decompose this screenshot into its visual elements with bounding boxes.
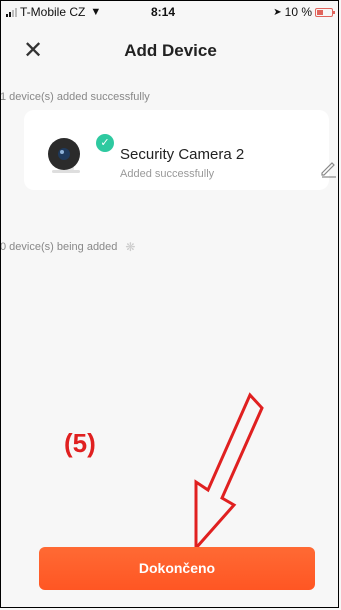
added-section-label: 1 device(s) added successfully [0,91,150,103]
device-status: Added successfully [120,168,215,180]
status-left: T-Mobile CZ ▼ [6,5,101,19]
success-check-icon: ✓ [96,134,114,152]
device-card[interactable]: ✓ Security Camera 2 Added successfully [24,110,336,190]
status-bar: T-Mobile CZ ▼ 8:14 ➤ 10 % [0,0,341,22]
location-icon: ➤ [273,6,282,18]
done-button[interactable]: Dokončeno [39,547,315,590]
wifi-icon: ▼ [90,6,102,18]
step-annotation: (5) [64,428,96,458]
device-name: Security Camera 2 [120,146,245,163]
page-title: Add Device [124,41,217,60]
adding-section-label: 0 device(s) being added [0,241,118,253]
edit-icon[interactable] [319,158,339,178]
battery-icon [315,7,335,17]
adding-section: 0 device(s) being added ❋ [0,240,135,254]
battery-percent: 10 % [284,5,312,19]
security-camera-icon [48,138,80,173]
carrier-name: T-Mobile CZ [20,5,86,19]
status-time: 8:14 [151,5,176,19]
status-right: ➤ 10 % [273,5,335,19]
signal-icon [6,7,17,17]
loading-spinner-icon: ❋ [125,240,136,254]
